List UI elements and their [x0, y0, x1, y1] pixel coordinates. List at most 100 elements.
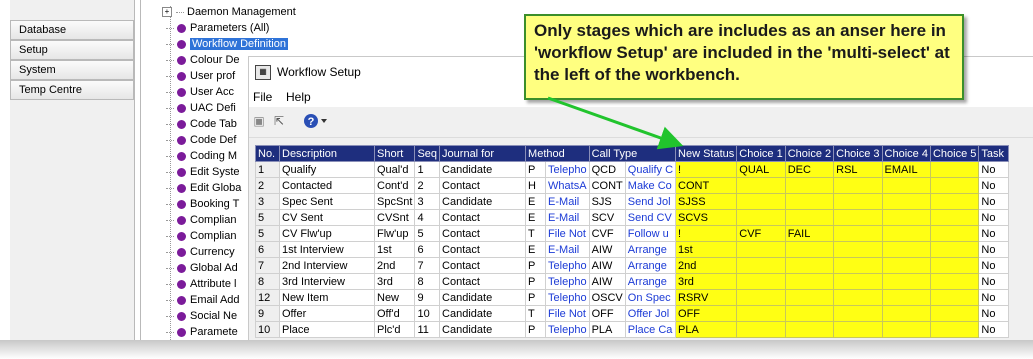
col-header[interactable]: No. — [255, 145, 280, 162]
export-icon[interactable]: ⇱ — [271, 113, 287, 129]
table-cell[interactable]: E — [525, 241, 547, 258]
table-cell[interactable]: No — [978, 321, 1010, 338]
table-row[interactable]: 6 1st Interview 1st 6 Contact E E-Mail AIW Arran… — [255, 241, 1010, 258]
table-cell[interactable] — [929, 321, 980, 338]
table-cell[interactable]: FAIL — [784, 225, 835, 242]
table-cell[interactable]: No — [978, 257, 1010, 274]
table-cell[interactable]: Plc'd — [373, 321, 416, 338]
table-cell[interactable]: No — [978, 209, 1010, 226]
table-row[interactable]: 5 CV Flw'up Flw'up 5 Contact T File Not CVF Foll… — [255, 225, 1010, 242]
table-cell[interactable] — [736, 193, 786, 210]
col-header[interactable]: Call Type — [588, 145, 677, 162]
table-cell[interactable] — [736, 177, 786, 194]
table-cell[interactable]: 1st — [675, 241, 738, 258]
table-cell[interactable]: Qual'd — [373, 161, 416, 178]
table-cell[interactable] — [881, 241, 931, 258]
table-cell[interactable]: T — [525, 305, 547, 322]
expand-plus-icon[interactable]: + — [162, 7, 172, 18]
table-cell[interactable]: Contact — [439, 177, 527, 194]
table-cell[interactable]: 3rd — [373, 273, 416, 290]
help-icon[interactable]: ? — [303, 113, 329, 129]
table-cell[interactable] — [833, 225, 883, 242]
table-cell[interactable]: 9 — [414, 289, 441, 306]
table-cell[interactable]: 3 — [255, 193, 280, 210]
table-cell[interactable]: No — [978, 273, 1010, 290]
table-cell[interactable] — [881, 257, 931, 274]
table-cell[interactable] — [736, 289, 786, 306]
table-cell[interactable]: PLA — [675, 321, 738, 338]
table-cell[interactable]: New — [373, 289, 416, 306]
col-header[interactable]: Choice 1 — [736, 145, 786, 162]
table-row[interactable]: 1 Qualify Qual'd 1 Candidate P Telepho QCD Quali… — [255, 161, 1010, 178]
tree-node[interactable]: Global Ad — [166, 260, 238, 276]
table-cell[interactable]: Contact — [439, 257, 527, 274]
table-cell[interactable]: Qualify C — [624, 161, 677, 178]
col-header[interactable]: Method — [525, 145, 590, 162]
table-cell[interactable]: 2nd Interview — [279, 257, 375, 274]
tree-node[interactable]: User Acc — [166, 84, 234, 100]
table-cell[interactable] — [784, 177, 835, 194]
table-cell[interactable]: QUAL — [736, 161, 786, 178]
table-cell[interactable]: ! — [675, 225, 738, 242]
table-cell[interactable]: DEC — [784, 161, 835, 178]
table-cell[interactable]: 2 — [255, 177, 280, 194]
table-cell[interactable]: CONT — [588, 177, 626, 194]
table-cell[interactable]: Cont'd — [373, 177, 416, 194]
table-cell[interactable] — [929, 305, 980, 322]
nav-button-temp-centre[interactable]: Temp Centre — [10, 80, 134, 100]
table-cell[interactable] — [881, 321, 931, 338]
table-cell[interactable]: 3rd — [675, 273, 738, 290]
table-cell[interactable]: 2 — [414, 177, 441, 194]
table-cell[interactable]: 7 — [255, 257, 280, 274]
nav-button-database[interactable]: Database — [10, 20, 134, 40]
table-cell[interactable] — [736, 273, 786, 290]
table-cell[interactable]: CV Flw'up — [279, 225, 375, 242]
table-cell[interactable]: PLA — [588, 321, 626, 338]
table-cell[interactable]: Contact — [439, 241, 527, 258]
table-cell[interactable]: 8 — [414, 273, 441, 290]
table-cell[interactable]: Telepho — [545, 257, 590, 274]
nav-button-system[interactable]: System — [10, 60, 134, 80]
table-cell[interactable]: Place Ca — [624, 321, 677, 338]
table-cell[interactable] — [833, 321, 883, 338]
table-cell[interactable]: QCD — [588, 161, 626, 178]
table-cell[interactable] — [784, 241, 835, 258]
table-cell[interactable]: Make Co — [624, 177, 677, 194]
tree-node-daemon-management[interactable]: + Daemon Management — [162, 4, 296, 20]
table-cell[interactable] — [929, 193, 980, 210]
table-cell[interactable]: CVF — [736, 225, 786, 242]
table-cell[interactable]: OSCV — [588, 289, 626, 306]
table-cell[interactable]: E-Mail — [545, 241, 590, 258]
table-cell[interactable]: CVSnt — [373, 209, 416, 226]
table-cell[interactable] — [784, 305, 835, 322]
table-cell[interactable] — [929, 209, 980, 226]
table-cell[interactable]: Telepho — [545, 289, 590, 306]
tree-node[interactable]: Booking T — [166, 196, 239, 212]
col-header[interactable]: Short — [373, 145, 416, 162]
table-cell[interactable]: 2nd — [373, 257, 416, 274]
table-cell[interactable]: P — [525, 257, 547, 274]
table-cell[interactable]: RSRV — [675, 289, 738, 306]
tree-node[interactable]: Social Ne — [166, 308, 237, 324]
table-cell[interactable]: Arrange — [624, 273, 677, 290]
table-cell[interactable]: P — [525, 161, 547, 178]
table-cell[interactable]: T — [525, 225, 547, 242]
table-row[interactable]: 5 CV Sent CVSnt 4 Contact E E-Mail SCV Send CV SC… — [255, 209, 1010, 226]
table-cell[interactable]: 6 — [414, 241, 441, 258]
col-header[interactable]: Seq — [414, 145, 441, 162]
table-cell[interactable]: No — [978, 225, 1010, 242]
table-cell[interactable]: AIW — [588, 257, 626, 274]
table-cell[interactable] — [736, 321, 786, 338]
tree-node[interactable]: Paramete — [166, 324, 238, 340]
tree-node[interactable]: Currency — [166, 244, 235, 260]
col-header[interactable]: New Status — [675, 145, 738, 162]
table-cell[interactable]: 10 — [255, 321, 280, 338]
table-cell[interactable]: 1st Interview — [279, 241, 375, 258]
table-cell[interactable]: 1 — [414, 161, 441, 178]
table-cell[interactable]: No — [978, 289, 1010, 306]
table-cell[interactable]: 12 — [255, 289, 280, 306]
table-cell[interactable]: WhatsA — [545, 177, 590, 194]
table-cell[interactable]: SCVS — [675, 209, 738, 226]
table-cell[interactable]: Candidate — [439, 321, 527, 338]
tree-node[interactable]: Attribute l — [166, 276, 236, 292]
